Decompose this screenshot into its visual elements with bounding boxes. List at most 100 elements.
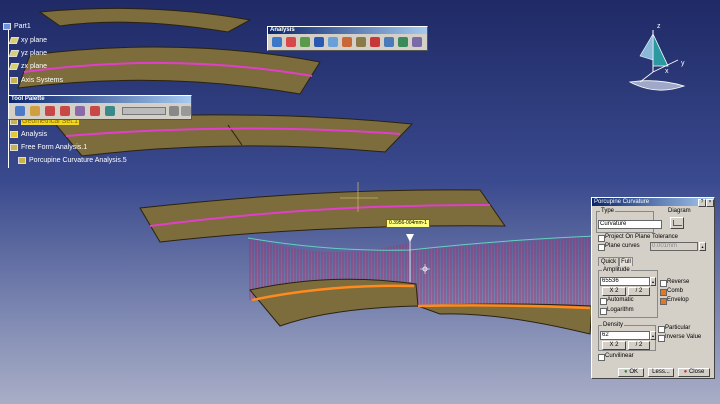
compass-axis-z: z — [657, 23, 661, 30]
scale-slider[interactable] — [122, 107, 166, 115]
compass-tool-icon[interactable] — [15, 106, 25, 116]
tolerance-field[interactable]: 0.001mm — [650, 242, 698, 251]
porcupine-curvature-icon[interactable] — [342, 37, 352, 47]
analysis-icon — [10, 131, 18, 138]
close-x-icon: ● — [683, 369, 688, 375]
project-on-plane-label: Project On Plane — [605, 234, 651, 240]
diagram-label: Diagram — [668, 208, 691, 214]
analysis-toolbar-title: Analysis — [268, 27, 427, 34]
compass-axis-x: x — [665, 68, 669, 75]
analysis-tool-icon[interactable] — [90, 106, 100, 116]
manipulator-arrow-icon — [406, 234, 414, 242]
ok-check-icon: ● — [624, 369, 628, 375]
plane-icon — [8, 63, 20, 70]
amplitude-group-label: Amplitude — [602, 267, 631, 273]
density-x2-button[interactable]: X 2 — [602, 341, 626, 350]
highlight-lines-icon[interactable] — [398, 37, 408, 47]
compass-axis-y: y — [681, 60, 685, 67]
dialog-title: Porcupine Curvature — [592, 198, 714, 206]
plane-icon — [8, 50, 20, 57]
zoom-tool-icon[interactable] — [60, 106, 70, 116]
tree-item-porcupine-analysis[interactable]: Porcupine Curvature Analysis.5 — [18, 157, 127, 164]
less-button[interactable]: Less... — [648, 368, 674, 377]
density-group-label: Density — [602, 322, 625, 328]
porcupine-analysis-icon — [18, 157, 26, 164]
plane-curves-checkbox[interactable] — [598, 244, 605, 251]
tree-item-yz-plane[interactable]: yz plane — [8, 50, 47, 57]
automatic-label: Automatic — [607, 297, 634, 303]
surfacic-curvature-icon[interactable] — [328, 37, 338, 47]
connect-checker-icon[interactable] — [286, 37, 296, 47]
palette-option-icon-2[interactable] — [181, 106, 191, 116]
logarithm-checkbox[interactable] — [600, 308, 607, 315]
reverse-label: Reverse — [667, 279, 690, 285]
display-option-icon[interactable] — [105, 106, 115, 116]
inflection-lines-icon[interactable] — [384, 37, 394, 47]
curvilinear-checkbox[interactable] — [598, 354, 605, 361]
envelop-checkbox[interactable] — [660, 298, 667, 305]
surface-strip-4 — [139, 189, 506, 243]
plane-icon — [8, 37, 20, 44]
type-select[interactable]: Curvature — [598, 220, 662, 229]
axis-system-icon — [10, 77, 18, 84]
plane-curves-label: Plane curves — [605, 243, 640, 249]
close-icon[interactable]: × — [706, 199, 714, 207]
surface-strip-3 — [50, 114, 414, 157]
curvature-value-callout: 0.3956-004mm-1 — [386, 219, 431, 228]
tolerance-spinner[interactable]: ▴ — [699, 242, 706, 251]
light-source-icon[interactable] — [412, 37, 422, 47]
particular-label: Particular — [665, 325, 691, 331]
deviation-analysis-icon[interactable] — [272, 37, 282, 47]
cutting-plane-icon[interactable] — [356, 37, 366, 47]
distance-analysis-icon[interactable] — [314, 37, 324, 47]
dynamic-display-icon[interactable] — [75, 106, 85, 116]
comb-label: Comb — [667, 288, 684, 294]
reverse-checkbox[interactable] — [660, 280, 667, 287]
ok-button[interactable]: ● OK — [618, 368, 644, 377]
type-group-label: Type — [600, 208, 616, 214]
tool-palette[interactable]: Tool Palette — [8, 95, 192, 120]
lock-tool-icon[interactable] — [45, 106, 55, 116]
clipping-tool-icon[interactable] — [30, 106, 40, 116]
analysis-toolbar[interactable]: Analysis — [267, 26, 428, 51]
amplitude-field[interactable]: 65536 — [600, 277, 650, 286]
automatic-checkbox[interactable] — [600, 298, 607, 305]
logarithm-label: Logarithm — [607, 307, 634, 313]
tree-item-free-form-analysis[interactable]: Free Form Analysis.1 — [10, 144, 87, 151]
3d-viewport[interactable]: Part1 xy plane yz plane zx plane Axis Sy… — [0, 0, 720, 404]
amplitude-spinner[interactable]: ▴ — [650, 277, 656, 286]
palette-option-icon[interactable] — [169, 106, 179, 116]
tree-item-xy-plane[interactable]: xy plane — [8, 37, 47, 44]
tolerance-label: Tolerance — [652, 234, 679, 240]
density-div2-button[interactable]: / 2 — [628, 341, 650, 350]
feature-analysis-icon[interactable] — [300, 37, 310, 47]
part-icon — [3, 23, 11, 30]
tool-palette-title: Tool Palette — [9, 96, 191, 103]
compass-icon[interactable]: z x y — [628, 20, 688, 100]
tree-item-axis-systems[interactable]: Axis Systems — [10, 77, 63, 84]
tree-item-zx-plane[interactable]: zx plane — [8, 63, 47, 70]
curvilinear-label: Curvilinear — [605, 353, 634, 359]
comb-checkbox[interactable] — [660, 289, 667, 296]
inverse-value-label: Inverse Value — [665, 334, 702, 340]
porcupine-curvature-dialog[interactable]: Porcupine Curvature ? × Type Curvature D… — [591, 197, 715, 379]
density-spinner[interactable]: ▴ — [650, 331, 656, 340]
diagram-button[interactable] — [670, 217, 684, 229]
close-button[interactable]: ● Close — [678, 368, 710, 377]
reflection-lines-icon[interactable] — [370, 37, 380, 47]
tab-full[interactable]: Full — [619, 257, 633, 266]
surface-strip-1 — [38, 7, 252, 33]
amplitude-x2-button[interactable]: X 2 — [602, 287, 626, 296]
particular-checkbox[interactable] — [658, 326, 665, 333]
amplitude-div2-button[interactable]: / 2 — [628, 287, 650, 296]
project-on-plane-checkbox[interactable] — [598, 235, 605, 242]
diagram-icon — [672, 220, 682, 226]
tree-item-part1[interactable]: Part1 — [3, 23, 31, 30]
envelop-label: Envelop — [667, 297, 689, 303]
inverse-value-checkbox[interactable] — [658, 335, 665, 342]
free-form-analysis-icon — [10, 144, 18, 151]
help-button[interactable]: ? — [698, 199, 706, 207]
tab-quick[interactable]: Quick — [598, 257, 619, 266]
density-field[interactable]: 62 — [600, 331, 650, 340]
tree-item-analysis[interactable]: Analysis — [10, 131, 47, 138]
